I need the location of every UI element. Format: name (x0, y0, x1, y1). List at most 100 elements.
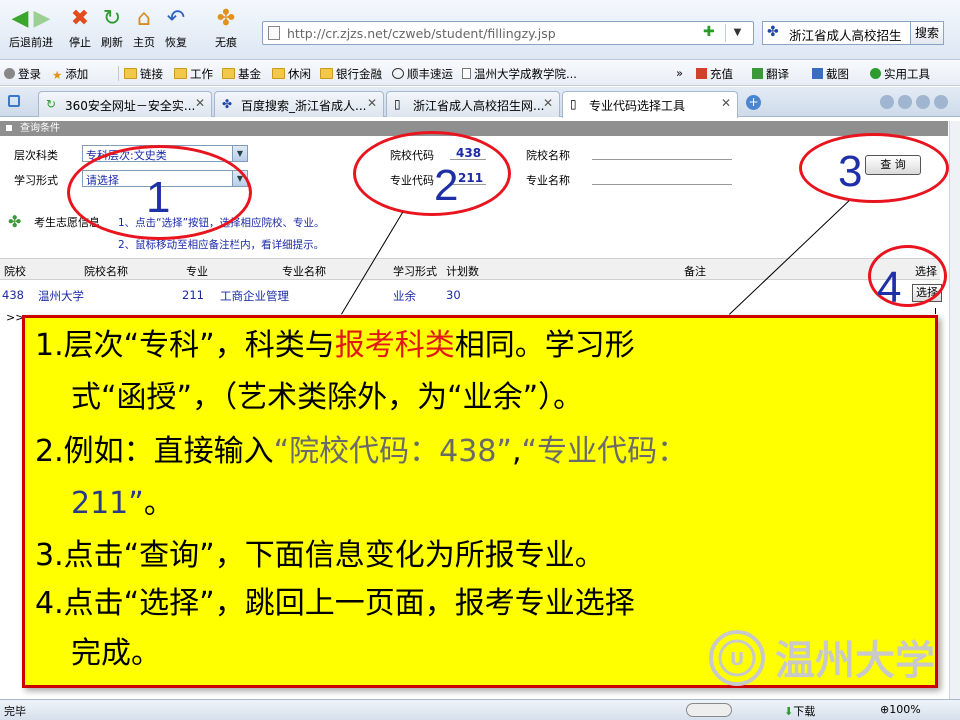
toolbar-recharge[interactable]: 充值 (696, 66, 733, 82)
gear-icon (4, 68, 15, 79)
mode-label: 学习形式 (14, 174, 58, 187)
close-icon[interactable]: ✕ (543, 96, 553, 110)
address-bar[interactable]: http://cr.zjzs.net/czweb/student/filling… (262, 21, 754, 45)
paw-icon: ✤ (222, 97, 233, 111)
undo-icon: ↶ (166, 6, 186, 31)
address-dropdown-icon[interactable]: ▼ (725, 24, 749, 42)
incognito-button[interactable]: ✤ 无痕 (208, 4, 244, 56)
instruction-line-7: 完成。 (71, 636, 161, 671)
baidu-paw-icon: ✤ (767, 24, 779, 40)
tab-list-icon[interactable] (916, 95, 930, 109)
tab-major-code-tool[interactable]: ▯ 专业代码选择工具 ✕ (562, 91, 738, 118)
results-table-header: 院校 院校名称 专业 专业名称 学习形式 计划数 备注 选择 (0, 258, 940, 280)
svg-text:U: U (730, 649, 745, 670)
restore-button[interactable]: ↶ 恢复 (158, 4, 194, 56)
plus-circle-icon (870, 68, 881, 79)
tab-menu-icon[interactable] (8, 95, 20, 107)
close-icon[interactable]: ✕ (195, 96, 205, 110)
bookmark-login[interactable]: 登录 (4, 66, 41, 82)
stop-button[interactable]: ✖ 停止 (62, 4, 98, 56)
school-name-label: 院校名称 (526, 149, 570, 162)
recharge-icon (696, 68, 707, 79)
tab-close-all-icon[interactable] (934, 95, 948, 109)
university-logo: U 温州大学 (709, 630, 935, 686)
stop-icon: ✖ (70, 6, 90, 31)
new-tab-icon[interactable]: + (746, 95, 761, 110)
bookmark-sf[interactable]: 顺丰速运 (392, 66, 453, 82)
annotation-number-3: 3 (838, 147, 863, 196)
close-icon[interactable]: ✕ (721, 96, 731, 110)
col-plan: 计划数 (446, 265, 479, 278)
clover-icon: ✤ (8, 212, 22, 231)
annotation-circle-3 (799, 133, 949, 203)
scissors-icon (812, 68, 823, 79)
instruction-line-3: 2.例如：直接输入“院校代码：438”,“专业代码： (35, 434, 688, 469)
page-icon (462, 68, 471, 79)
separator (118, 66, 119, 81)
tab-baidu[interactable]: ✤ 百度搜索_浙江省成人... ✕ (214, 91, 384, 117)
sf-logo-icon (392, 68, 404, 79)
refresh-button[interactable]: ↻ 刷新 (94, 4, 130, 56)
forward-button[interactable]: ▶ 前进 (24, 4, 60, 56)
bookmarks-overflow-icon[interactable]: » (676, 66, 683, 80)
browser-toolbar: ◀ 后退 ▶ 前进 ✖ 停止 ↻ 刷新 ⌂ 主页 ↶ 恢复 ✤ 无痕 http://cr.zj… (0, 0, 960, 60)
url-text: http://cr.zjzs.net/czweb/student/filling… (287, 26, 556, 41)
toolbar-translate[interactable]: 翻译 (752, 66, 789, 82)
cell-mode: 业余 (393, 289, 416, 303)
zoom-icon: ⊕ (880, 703, 890, 716)
status-bar: 完毕 ⬇下载 ⊕100% (0, 699, 960, 720)
bookmarks-bar: 登录 ★ 添加 链接 工作 基金 休闲 银行金融 顺丰速运 温州大学成教学院...… (0, 61, 960, 86)
vertical-scrollbar[interactable] (949, 121, 960, 699)
school-name-input[interactable] (592, 146, 732, 160)
bookmark-add[interactable]: ★ 添加 (52, 66, 88, 82)
bookmark-leisure[interactable]: 休闲 (272, 66, 311, 82)
cell-school-name: 温州大学 (38, 289, 84, 303)
instruction-line-6: 4.点击“选择”，跳回上一页面，报考专业选择 (35, 586, 635, 621)
page-icon (268, 26, 280, 40)
refresh-icon: ↻ (102, 6, 122, 31)
translate-icon (752, 68, 763, 79)
cell-major-code: 211 (182, 288, 204, 302)
instruction-line-4: 211”。 (71, 486, 174, 521)
col-school-name: 院校名称 (84, 265, 128, 278)
tab-zjzs[interactable]: ▯ 浙江省成人高校招生网... ✕ (386, 91, 560, 117)
search-button[interactable]: 搜索 (910, 21, 944, 45)
bookmark-fund[interactable]: 基金 (222, 66, 261, 82)
forward-arrow-icon: ▶ (33, 6, 51, 31)
download-button[interactable]: ⬇下载 (784, 703, 815, 719)
toolbar-screenshot[interactable]: 截图 (812, 66, 849, 82)
pointer-line-4 (935, 308, 936, 314)
folder-icon (222, 68, 235, 79)
zoom-control[interactable]: ⊕100% (880, 703, 921, 716)
close-icon[interactable]: ✕ (367, 96, 377, 110)
paw-icon: ✤ (216, 6, 236, 31)
tab-360[interactable]: ↻ 360安全网址－安全实... ✕ (38, 91, 212, 117)
instruction-line-5: 3.点击“查询”，下面信息变化为所报专业。 (35, 538, 605, 573)
major-name-input[interactable] (592, 171, 732, 185)
annotation-circle-2 (353, 131, 511, 216)
folder-icon (320, 68, 333, 79)
search-input[interactable]: ✤ 浙江省成人高校招生 (762, 21, 912, 45)
col-school: 院校 (4, 265, 26, 278)
bookmark-wzu[interactable]: 温州大学成教学院... (462, 66, 577, 82)
tab-scroll-right-icon[interactable] (898, 95, 912, 109)
download-arrow-icon: ⬇ (784, 705, 794, 718)
tab-scroll-left-icon[interactable] (880, 95, 894, 109)
page-icon: ▯ (570, 97, 577, 111)
toolbar-tools[interactable]: 实用工具 (870, 66, 930, 82)
folder-icon (272, 68, 285, 79)
star-add-icon: ★ (52, 68, 63, 82)
home-button[interactable]: ⌂ 主页 (126, 4, 162, 56)
bookmark-links[interactable]: 链接 (124, 66, 163, 82)
bookmark-bank[interactable]: 银行金融 (320, 66, 382, 82)
col-mode: 学习形式 (393, 265, 437, 278)
accelerator-icon[interactable] (686, 703, 732, 717)
query-section-title: 查询条件 (0, 121, 948, 136)
folder-icon (174, 68, 187, 79)
col-major: 专业 (186, 265, 208, 278)
bookmark-work[interactable]: 工作 (174, 66, 213, 82)
bullet-square-icon (6, 125, 12, 131)
col-major-name: 专业名称 (282, 265, 326, 278)
annotation-number-4: 4 (877, 263, 902, 312)
folder-icon (124, 68, 137, 79)
